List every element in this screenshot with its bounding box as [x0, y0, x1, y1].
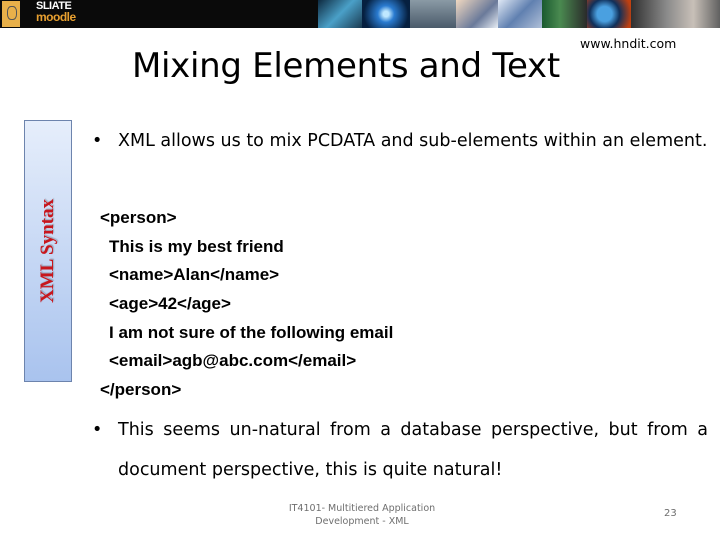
bullet-item: • XML allows us to mix PCDATA and sub-el…: [92, 121, 708, 161]
bullet-icon: •: [92, 131, 103, 151]
brand-logo[interactable]: SLIATE moodle: [36, 1, 76, 24]
footer-course-title: IT4101- Multitiered Application Developm…: [262, 502, 462, 528]
bullet-text: This seems un-natural from a database pe…: [118, 420, 708, 480]
banner-image: [498, 0, 542, 28]
footer-line: IT4101- Multitiered Application: [288, 503, 436, 514]
bullet-item: • This seems un-natural from a database …: [92, 410, 708, 490]
code-line: <person>: [100, 208, 177, 227]
banner-image: [587, 0, 631, 28]
code-line: I am not sure of the following email: [109, 322, 394, 342]
code-line: <age>42</age>: [109, 294, 231, 314]
banner-image: [631, 0, 720, 28]
banner-image: [456, 0, 498, 28]
code-line: <email>agb@abc.com</email>: [109, 351, 357, 371]
xml-code-example: <person> This is my best friend <name>Al…: [100, 204, 393, 405]
site-url: www.hndit.com: [580, 36, 677, 51]
slide-title: Mixing Elements and Text: [132, 46, 560, 86]
banner-image: [362, 0, 410, 28]
slide-number: 23: [664, 508, 677, 519]
footer-line: Development - XML: [315, 516, 409, 527]
code-line: This is my best friend: [109, 236, 284, 256]
banner-image: [542, 0, 587, 28]
banner-image: [410, 0, 456, 28]
code-line: <name>Alan</name>: [109, 265, 280, 285]
bullet-text: XML allows us to mix PCDATA and sub-elem…: [118, 131, 708, 151]
banner-image: [318, 0, 362, 28]
section-label: XML Syntax: [37, 199, 58, 303]
section-label-box: XML Syntax: [24, 120, 72, 382]
bullet-icon: •: [92, 420, 103, 440]
header-banner: SLIATE moodle: [0, 0, 720, 28]
brand-bottom-text: moodle: [36, 10, 76, 24]
sliate-logo-icon: [2, 1, 20, 27]
code-line: </person>: [100, 380, 182, 400]
